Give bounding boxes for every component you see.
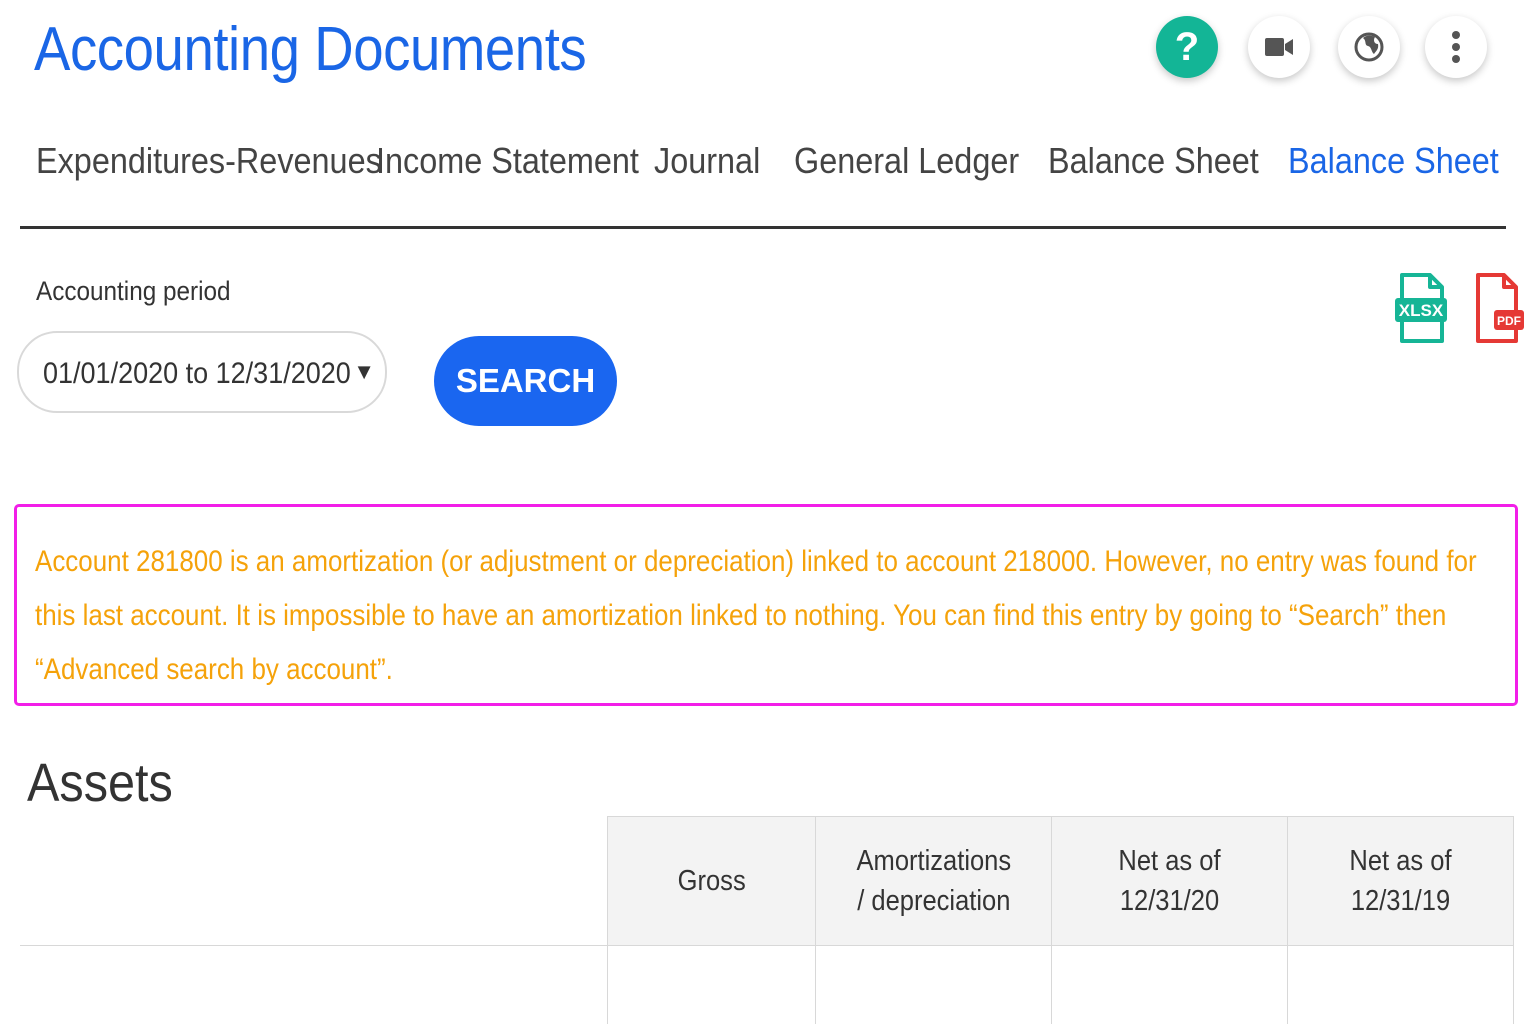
tab-general-ledger[interactable]: General Ledger xyxy=(794,140,1019,182)
assets-table-header: Gross Amortizations / depreciation Net a… xyxy=(607,816,1514,946)
warning-message: Account 281800 is an amortization (or ad… xyxy=(35,545,1477,686)
export-pdf-button[interactable]: PDF xyxy=(1474,272,1526,351)
help-button[interactable]: ? xyxy=(1156,16,1218,78)
pdf-label: PDF xyxy=(1497,314,1521,328)
tab-expenditures-revenues[interactable]: Expenditures-Revenues xyxy=(36,140,382,182)
pdf-file-icon: PDF xyxy=(1476,273,1524,343)
accounting-period-select[interactable]: 01/01/2020 to 12/31/2020 ▼ xyxy=(17,331,387,413)
help-icon: ? xyxy=(1174,24,1200,69)
tab-income-statement[interactable]: Income Statement xyxy=(376,140,639,182)
table-column-divider xyxy=(1287,946,1288,1024)
column-header-gross: Gross xyxy=(608,817,816,945)
tab-balance-sheet-active[interactable]: Balance Sheet xyxy=(1288,140,1499,182)
page: Accounting Documents ? Expenditures-Reve… xyxy=(0,0,1536,1024)
export-xlsx-button[interactable]: XLSX xyxy=(1394,272,1448,351)
more-vertical-icon xyxy=(1452,31,1460,63)
video-camera-icon xyxy=(1265,38,1293,56)
tab-journal[interactable]: Journal xyxy=(654,140,760,182)
column-header-amortizations: Amortizations / depreciation xyxy=(816,817,1052,945)
language-button[interactable] xyxy=(1338,16,1400,78)
assets-heading: Assets xyxy=(27,753,173,813)
accounting-period-value: 01/01/2020 to 12/31/2020 xyxy=(43,357,351,390)
column-header-net-2020: Net as of 12/31/20 xyxy=(1052,817,1288,945)
table-column-divider xyxy=(607,946,608,1024)
tab-balance-sheet[interactable]: Balance Sheet xyxy=(1048,140,1259,182)
table-divider xyxy=(20,945,1514,946)
globe-icon xyxy=(1354,32,1384,62)
warning-alert: Account 281800 is an amortization (or ad… xyxy=(14,504,1518,706)
table-column-divider xyxy=(1051,946,1052,1024)
video-button[interactable] xyxy=(1248,16,1310,78)
xlsx-file-icon: XLSX xyxy=(1395,273,1447,343)
search-button[interactable]: SEARCH xyxy=(434,336,617,426)
table-column-divider xyxy=(1513,946,1514,1024)
document-tabs: Expenditures-Revenues Income Statement J… xyxy=(20,130,1506,229)
page-title: Accounting Documents xyxy=(34,15,587,84)
table-column-divider xyxy=(815,946,816,1024)
accounting-period-label: Accounting period xyxy=(36,276,231,306)
chevron-down-icon: ▼ xyxy=(353,359,375,384)
xlsx-label: XLSX xyxy=(1399,301,1444,320)
column-header-net-2019: Net as of 12/31/19 xyxy=(1349,845,1452,917)
more-options-button[interactable] xyxy=(1425,16,1487,78)
